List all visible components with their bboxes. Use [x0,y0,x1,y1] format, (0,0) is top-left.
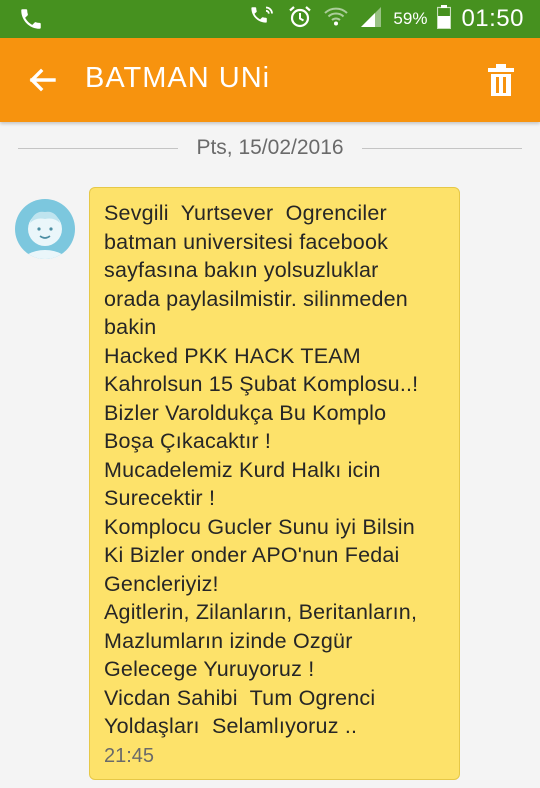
status-clock: 01:50 [461,5,524,32]
message-bubble[interactable]: Sevgili Yurtsever Ogrenciler batman univ… [89,187,460,780]
delete-button[interactable] [484,62,518,98]
message-text-line: batman universitesi facebook [104,229,389,254]
message-text-line: Gelecege Yuruyoruz ! [104,657,315,681]
message-text-line: bakin [104,315,157,339]
status-bar: 59% 01:50 [0,0,540,38]
message-text-line: Vicdan Sahibi Tum Ogrenci [104,685,376,710]
message-text-line: Bizler Varoldukça Bu Komplo [104,400,387,425]
alarm-icon [287,4,313,35]
message-text-line: Hacked PKK HACK TEAM [104,343,361,368]
divider [18,147,179,149]
message-text-line: sayfasına bakın yolsuzluklar [104,258,379,282]
message-text-line: Agitlerin, Zilanların, Beritanların, [104,600,418,624]
phone-icon [18,6,44,37]
message-text-line: Komplocu Gucler Sunu iyi Bilsin [104,514,415,539]
trash-icon [488,64,514,96]
wifi-icon [323,4,349,35]
message-text-line: orada paylasilmistir. silinmeden [104,286,408,311]
message-text-line: Boşa Çıkacaktır ! [104,429,272,453]
message-date: Pts, 15/02/2016 [196,136,344,159]
battery-icon [437,4,452,34]
message-text-line: Ki Bizler onder APO'nun Fedai [104,543,400,567]
message-text-line: Mazlumların izinde Ozgür [104,628,353,653]
message-text-line: Kahrolsun 15 Şubat Komplosu..! [104,372,419,396]
message-text-line: Mucadelemiz Kurd Halkı icin [104,457,381,482]
message-text-line: Sevgili Yurtsever Ogrenciler [104,201,387,225]
date-separator: Pts, 15/02/2016 [18,133,522,163]
back-arrow-icon [29,68,56,92]
message-text-line: Yoldaşları Selamlıyoruz .. [104,714,358,738]
conversation-title: BATMAN UNi [85,62,271,94]
back-button[interactable] [22,60,62,100]
wifi-call-icon [249,4,277,35]
app-bar: BATMAN UNi [0,38,540,122]
contact-avatar[interactable] [14,198,76,260]
divider [361,147,522,149]
signal-icon [359,5,383,34]
default-avatar-icon [15,199,75,259]
message-text-line: Gencleriyiz! [104,571,219,596]
message-timestamp: 21:45 [104,745,155,767]
message-text-line: Surecektir ! [104,486,216,510]
battery-percent: 59% [393,9,428,28]
